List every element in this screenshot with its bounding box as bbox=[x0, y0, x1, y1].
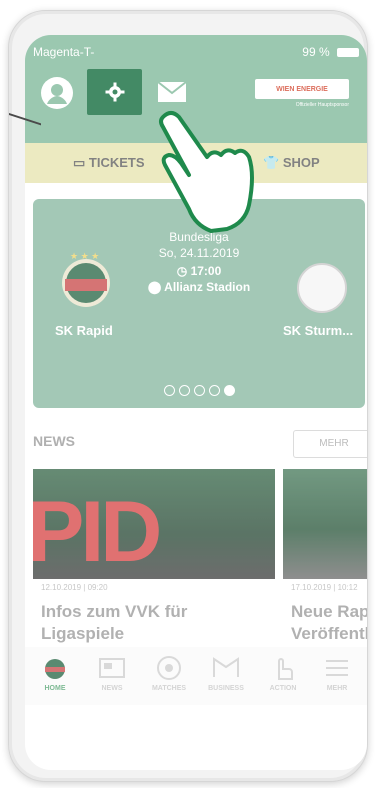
mail-icon bbox=[157, 81, 187, 102]
battery-indicator: 99 % bbox=[302, 45, 359, 59]
business-icon bbox=[196, 655, 256, 681]
news-title-line-2: Ligaspiele bbox=[41, 624, 125, 643]
nav-business[interactable]: BUSINESS bbox=[196, 655, 256, 692]
tab-tickets-label: TICKETS bbox=[88, 155, 145, 170]
tab-shop[interactable]: 👕 SHOP bbox=[263, 155, 320, 171]
football-icon bbox=[139, 655, 199, 681]
location-pin-icon: ⬤ bbox=[147, 280, 162, 294]
home-team-name: SK Rapid bbox=[55, 323, 113, 338]
nav-matches[interactable]: MATCHES bbox=[139, 655, 199, 692]
nav-matches-label: MATCHES bbox=[151, 685, 187, 692]
carrier-label: Magenta-T- bbox=[33, 45, 95, 59]
user-icon bbox=[47, 84, 67, 104]
news-card[interactable]: 17.10.2019 | 10:12 Neue Rap Veröffentli bbox=[283, 469, 367, 647]
carousel-indicator[interactable] bbox=[33, 383, 365, 401]
tab-shop-label: SHOP bbox=[282, 155, 320, 170]
news-image bbox=[283, 469, 367, 579]
tab-tickets[interactable]: ▭ TICKETS bbox=[73, 155, 145, 171]
profile-button[interactable] bbox=[41, 77, 73, 109]
news-more-button[interactable]: MEHR bbox=[293, 430, 367, 458]
news-title-line-2: Veröffentli bbox=[291, 624, 367, 643]
news-image-text: PID bbox=[33, 484, 162, 580]
nav-news-label: NEWS bbox=[101, 685, 123, 692]
news-title-line-1: Infos zum VVK für bbox=[41, 602, 188, 621]
sponsor-subtitle: Offizieller Hauptsponsor bbox=[295, 102, 349, 108]
nav-action-label: ACTION bbox=[269, 685, 297, 692]
news-title: Infos zum VVK für Ligaspiele bbox=[41, 601, 187, 645]
carousel-dot[interactable] bbox=[178, 385, 190, 396]
match-time: 17:00 bbox=[190, 264, 222, 278]
phone-frame: Magenta-T- 99 % WIEN ENERGIE Offizieller… bbox=[8, 10, 368, 782]
nav-more[interactable]: MEHR bbox=[307, 655, 367, 692]
messages-button[interactable] bbox=[157, 81, 187, 103]
crest-icon bbox=[25, 655, 85, 681]
ticket-icon: ▭ bbox=[73, 155, 86, 170]
svg-text:★ ★ ★: ★ ★ ★ bbox=[70, 251, 99, 261]
nav-home-label: HOME bbox=[44, 685, 66, 692]
news-date: 12.10.2019 | 09:20 bbox=[41, 583, 108, 592]
carousel-dot[interactable] bbox=[208, 385, 220, 396]
nav-more-label: MEHR bbox=[326, 685, 348, 692]
sponsor-logo: WIEN ENERGIE Offizieller Hauptsponsor bbox=[255, 79, 349, 111]
news-section-title: NEWS bbox=[33, 433, 75, 449]
away-team-name: SK Sturm... bbox=[283, 323, 354, 338]
carousel-dot[interactable] bbox=[163, 385, 175, 396]
gear-icon bbox=[105, 82, 124, 102]
settings-button[interactable] bbox=[87, 69, 142, 115]
app-screen: Magenta-T- 99 % WIEN ENERGIE Offizieller… bbox=[25, 35, 367, 770]
nav-business-label: BUSINESS bbox=[208, 685, 244, 692]
battery-icon bbox=[337, 48, 359, 58]
news-card[interactable]: PID 12.10.2019 | 09:20 Infos zum VVK für… bbox=[33, 469, 275, 647]
carousel-dot[interactable] bbox=[193, 385, 205, 396]
pointing-hand-icon bbox=[159, 111, 254, 233]
news-image: PID bbox=[33, 469, 275, 580]
sponsor-name: WIEN ENERGIE bbox=[255, 79, 349, 99]
news-date: 17.10.2019 | 10:12 bbox=[291, 583, 358, 592]
nav-action[interactable]: ACTION bbox=[253, 655, 313, 692]
home-team-crest: ★ ★ ★ bbox=[62, 251, 110, 307]
news-title: Neue Rap Veröffentli bbox=[291, 601, 367, 645]
menu-icon bbox=[307, 655, 367, 681]
bottom-navigation: HOME NEWS MATCHES BUSINESS ACTION MEHR bbox=[25, 647, 367, 705]
away-team-crest bbox=[297, 263, 347, 313]
shirt-icon: 👕 bbox=[263, 155, 280, 170]
clock-icon: ◷ bbox=[176, 264, 188, 278]
nav-news[interactable]: NEWS bbox=[82, 655, 142, 692]
status-bar: Magenta-T- 99 % bbox=[25, 35, 367, 63]
hand-icon bbox=[253, 655, 313, 681]
newspaper-icon bbox=[82, 655, 142, 681]
match-venue: Allianz Stadion bbox=[164, 280, 251, 294]
carousel-dot[interactable] bbox=[223, 385, 235, 396]
news-title-line-1: Neue Rap bbox=[291, 602, 367, 621]
nav-home[interactable]: HOME bbox=[25, 655, 85, 692]
battery-percentage: 99 % bbox=[302, 45, 330, 59]
